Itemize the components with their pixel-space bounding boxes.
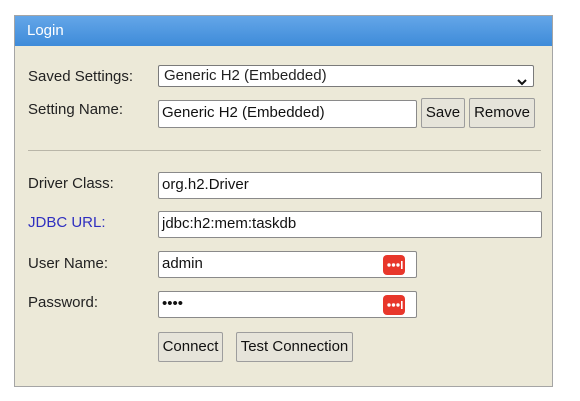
- divider: [28, 150, 541, 151]
- password-manager-icon[interactable]: [383, 295, 405, 315]
- panel-title: Login: [15, 16, 552, 46]
- saved-settings-value: Generic H2 (Embedded): [164, 67, 327, 84]
- login-panel: Login Saved Settings: Generic H2 (Embedd…: [14, 15, 553, 387]
- user-name-value: admin: [162, 255, 203, 272]
- jdbc-url-label[interactable]: JDBC URL:: [28, 214, 106, 231]
- password-value: ••••: [162, 295, 184, 312]
- connect-button[interactable]: Connect: [158, 332, 223, 362]
- jdbc-url-input[interactable]: jdbc:h2:mem:taskdb: [158, 211, 542, 238]
- password-manager-icon[interactable]: [383, 255, 405, 275]
- saved-settings-label: Saved Settings:: [28, 68, 134, 85]
- password-label: Password:: [28, 294, 99, 311]
- setting-name-input[interactable]: Generic H2 (Embedded): [158, 100, 417, 128]
- password-input[interactable]: ••••: [158, 291, 417, 318]
- user-name-label: User Name:: [28, 255, 109, 272]
- driver-class-input[interactable]: org.h2.Driver: [158, 172, 542, 199]
- save-setting-button[interactable]: Save: [421, 98, 465, 128]
- user-name-input[interactable]: admin: [158, 251, 417, 278]
- saved-settings-select[interactable]: Generic H2 (Embedded): [158, 65, 534, 87]
- chevron-down-icon: [517, 72, 527, 86]
- setting-name-label: Setting Name:: [28, 101, 124, 118]
- driver-class-label: Driver Class:: [28, 175, 114, 192]
- test-connection-button[interactable]: Test Connection: [236, 332, 353, 362]
- remove-setting-button[interactable]: Remove: [469, 98, 535, 128]
